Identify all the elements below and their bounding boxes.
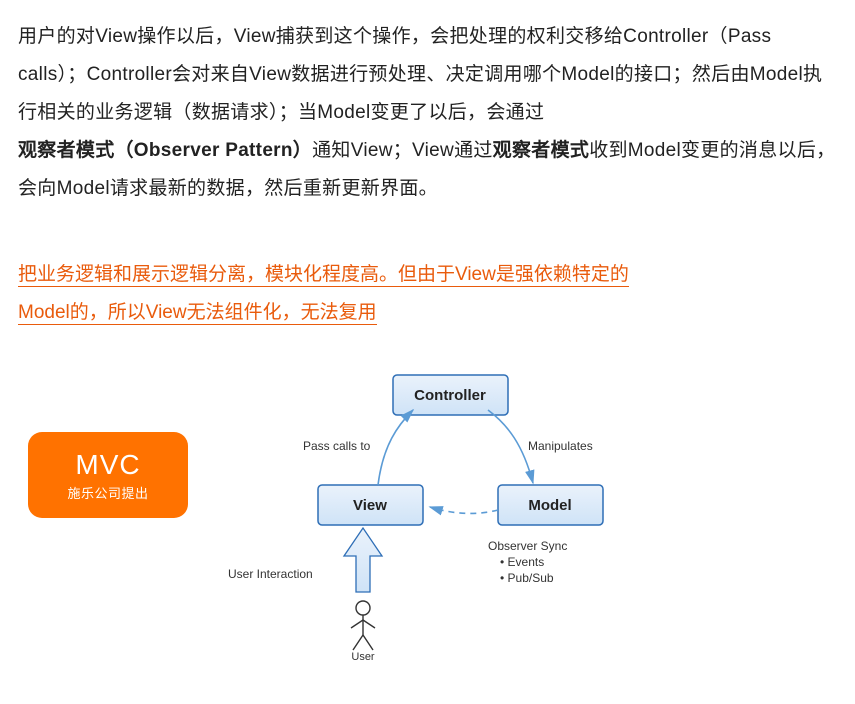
model-node: Model bbox=[498, 485, 603, 525]
description-paragraph: 用户的对View操作以后，View捕获到这个操作，会把处理的权利交移给Contr… bbox=[18, 18, 837, 208]
label-observer-sync: Observer Sync bbox=[488, 539, 567, 553]
user-icon bbox=[351, 601, 375, 650]
controller-label: Controller bbox=[414, 387, 486, 404]
para-text-1: 用户的对View操作以后，View捕获到这个操作，会把处理的权利交移给Contr… bbox=[18, 26, 822, 123]
mvc-badge-subtitle: 施乐公司提出 bbox=[67, 483, 148, 502]
arrow-observer-sync bbox=[430, 507, 498, 513]
controller-node: Controller bbox=[393, 375, 508, 415]
mvc-diagram-section: MVC 施乐公司提出 Controller bbox=[18, 360, 837, 665]
model-label: Model bbox=[528, 497, 571, 514]
mvc-badge-title: MVC bbox=[75, 449, 140, 481]
para-bold-2: 观察者模式 bbox=[493, 140, 590, 161]
para-text-2: 通知View；View通过 bbox=[312, 140, 493, 161]
label-user: User bbox=[351, 651, 375, 660]
label-pass-calls: Pass calls to bbox=[303, 439, 371, 453]
label-pubsub: • Pub/Sub bbox=[500, 571, 554, 585]
label-user-interaction: User Interaction bbox=[228, 567, 313, 581]
mvc-architecture-diagram: Controller View Model Pass calls to Mani… bbox=[188, 360, 837, 665]
view-label: View bbox=[353, 497, 387, 514]
arrow-manipulates bbox=[488, 410, 533, 483]
spacer bbox=[18, 208, 837, 256]
user-interaction-arrow bbox=[344, 528, 382, 592]
summary-line-1: 把业务逻辑和展示逻辑分离，模块化程度高。但由于View是强依赖特定的 bbox=[18, 264, 629, 287]
summary-highlight: 把业务逻辑和展示逻辑分离，模块化程度高。但由于View是强依赖特定的 Model… bbox=[18, 256, 837, 332]
label-events: • Events bbox=[500, 555, 544, 569]
label-manipulates: Manipulates bbox=[528, 439, 593, 453]
mvc-badge: MVC 施乐公司提出 bbox=[28, 432, 188, 518]
summary-line-2: Model的，所以View无法组件化，无法复用 bbox=[18, 302, 377, 325]
view-node: View bbox=[318, 485, 423, 525]
para-bold-1: 观察者模式（Observer Pattern） bbox=[18, 140, 312, 161]
arrow-pass-calls bbox=[378, 410, 413, 485]
